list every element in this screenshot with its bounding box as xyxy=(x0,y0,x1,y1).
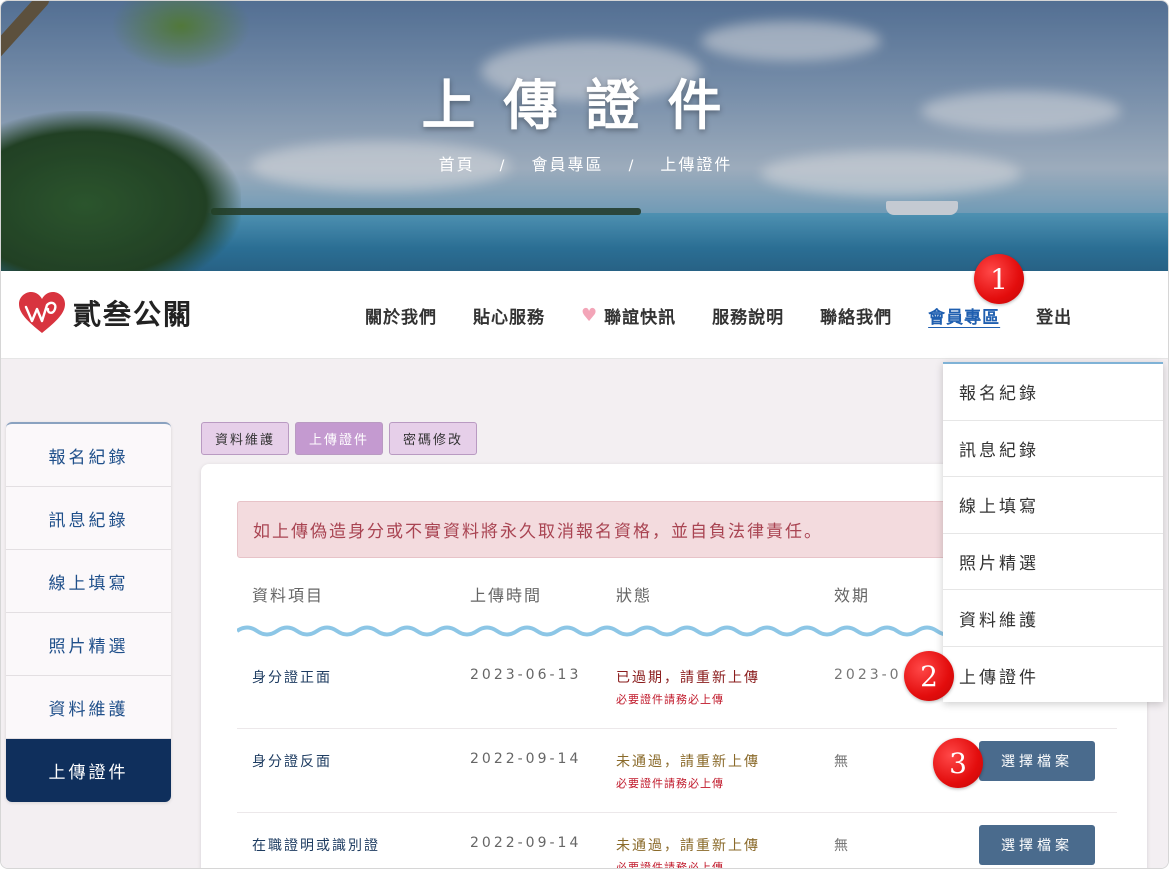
step-marker-3: 3 xyxy=(933,738,983,788)
row-1-item: 身分證正面 xyxy=(252,670,332,686)
row-1-status: 已過期，請重新上傳 xyxy=(616,670,760,686)
dropdown-item-photo-picks[interactable]: 照片精選 xyxy=(943,534,1163,591)
tab-upload-documents[interactable]: 上傳證件 xyxy=(295,422,384,455)
row-3-note: 必要證件請務必上傳 xyxy=(616,861,724,869)
row-divider xyxy=(237,728,1117,729)
row-1-date: 2023-06-13 xyxy=(470,667,582,683)
dropdown-item-upload-documents[interactable]: 上傳證件 xyxy=(943,647,1163,704)
step-marker-2: 2 xyxy=(904,651,954,701)
nav-about[interactable]: 關於我們 xyxy=(365,303,437,328)
sidebar-item-photo-picks[interactable]: 照片精選 xyxy=(6,613,171,676)
column-header-expiry: 效期 xyxy=(834,586,871,605)
nav-member-area[interactable]: 會員專區 xyxy=(928,303,1000,328)
nav-news-label: 聯誼快訊 xyxy=(604,308,677,328)
page-frame: 上傳證件 首頁 / 會員專區 / 上傳證件 貳叁公關 關於我們 貼心服務 ♥ 聯誼… xyxy=(0,0,1169,869)
column-header-status: 狀態 xyxy=(616,586,653,605)
dropdown-item-registration-records[interactable]: 報名紀錄 xyxy=(943,364,1163,421)
column-header-item: 資料項目 xyxy=(252,586,325,605)
nav-service-info-label: 服務說明 xyxy=(712,308,785,328)
hero-banner: 上傳證件 首頁 / 會員專區 / 上傳證件 xyxy=(1,1,1168,271)
breadcrumb: 首頁 / 會員專區 / 上傳證件 xyxy=(1,151,1168,175)
choose-file-button[interactable]: 選擇檔案 xyxy=(979,825,1095,865)
breadcrumb-member-area[interactable]: 會員專區 xyxy=(531,155,603,174)
row-divider xyxy=(237,812,1117,813)
heart-logo-icon xyxy=(19,292,65,333)
tab-bar: 資料維護 上傳證件 密碼修改 xyxy=(201,422,483,455)
nav-services[interactable]: 貼心服務 xyxy=(473,303,545,328)
member-area-dropdown: 報名紀錄 訊息紀錄 線上填寫 照片精選 資料維護 上傳證件 xyxy=(943,362,1163,702)
sidebar-item-message-records[interactable]: 訊息紀錄 xyxy=(6,487,171,550)
breadcrumb-separator: / xyxy=(628,158,636,174)
nav-member-area-label: 會員專區 xyxy=(928,308,1001,328)
nav-logout-label: 登出 xyxy=(1036,308,1073,328)
column-header-upload-time: 上傳時間 xyxy=(470,586,543,605)
logo[interactable]: 貳叁公關 xyxy=(17,291,193,335)
breadcrumb-home[interactable]: 首頁 xyxy=(439,155,475,174)
nav-contact-label: 聯絡我們 xyxy=(820,308,893,328)
sidebar-item-profile-maintenance[interactable]: 資料維護 xyxy=(6,676,171,739)
row-2-date: 2022-09-14 xyxy=(470,751,582,767)
sidebar-item-registration-records[interactable]: 報名紀錄 xyxy=(6,424,171,487)
dropdown-item-online-form[interactable]: 線上填寫 xyxy=(943,477,1163,534)
step-marker-1: 1 xyxy=(974,254,1024,304)
dropdown-item-message-records[interactable]: 訊息紀錄 xyxy=(943,421,1163,478)
nav-contact[interactable]: 聯絡我們 xyxy=(820,303,892,328)
tab-password-change[interactable]: 密碼修改 xyxy=(389,422,478,455)
nav-service-info[interactable]: 服務說明 xyxy=(712,303,784,328)
logo-text: 貳叁公關 xyxy=(73,298,194,331)
sidebar-item-upload-documents[interactable]: 上傳證件 xyxy=(6,739,171,802)
sidebar-item-online-form[interactable]: 線上填寫 xyxy=(6,550,171,613)
row-1-expiry: 2023-0 xyxy=(834,667,902,683)
tab-profile-maintenance[interactable]: 資料維護 xyxy=(201,422,290,455)
page-title: 上傳證件 xyxy=(421,74,750,137)
row-2-status: 未通過，請重新上傳 xyxy=(616,754,760,770)
breadcrumb-current: 上傳證件 xyxy=(660,155,733,174)
nav-logout[interactable]: 登出 xyxy=(1036,303,1072,328)
row-2-note: 必要證件請務必上傳 xyxy=(616,777,724,790)
row-2-item: 身分證反面 xyxy=(252,754,332,770)
row-1-note: 必要證件請務必上傳 xyxy=(616,693,724,706)
nav-about-label: 關於我們 xyxy=(365,308,437,328)
row-2-expiry: 無 xyxy=(834,754,851,770)
row-3-date: 2022-09-14 xyxy=(470,835,582,851)
nav-news[interactable]: ♥ 聯誼快訊 xyxy=(581,303,676,328)
choose-file-button[interactable]: 選擇檔案 xyxy=(979,741,1095,781)
dropdown-item-profile-maintenance[interactable]: 資料維護 xyxy=(943,590,1163,647)
sidebar: 報名紀錄 訊息紀錄 線上填寫 照片精選 資料維護 上傳證件 xyxy=(6,422,171,802)
row-3-expiry: 無 xyxy=(834,838,851,854)
row-3-status: 未通過，請重新上傳 xyxy=(616,838,760,854)
main-nav: 關於我們 貼心服務 ♥ 聯誼快訊 服務說明 聯絡我們 會員專區 登出 xyxy=(365,303,1108,328)
row-3-item: 在職證明或識別證 xyxy=(252,838,380,854)
heart-icon: ♥ xyxy=(581,305,599,326)
wave-divider xyxy=(237,625,997,637)
breadcrumb-separator: / xyxy=(499,158,507,174)
nav-services-label: 貼心服務 xyxy=(473,308,545,328)
